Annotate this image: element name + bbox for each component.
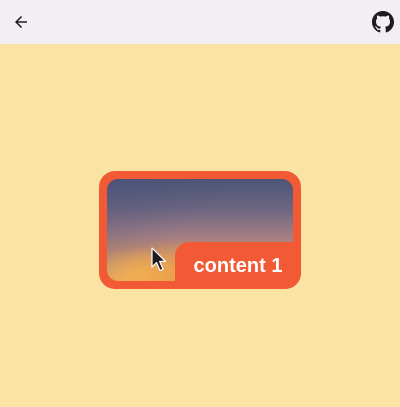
github-icon — [372, 11, 394, 33]
github-button[interactable] — [369, 8, 397, 36]
back-button[interactable] — [7, 8, 35, 36]
app-frame: content 1 — [0, 0, 400, 407]
content-card[interactable]: content 1 — [99, 171, 301, 289]
app-bar — [0, 0, 400, 44]
content-label: content 1 — [175, 242, 301, 289]
arrow-left-icon — [15, 16, 27, 28]
